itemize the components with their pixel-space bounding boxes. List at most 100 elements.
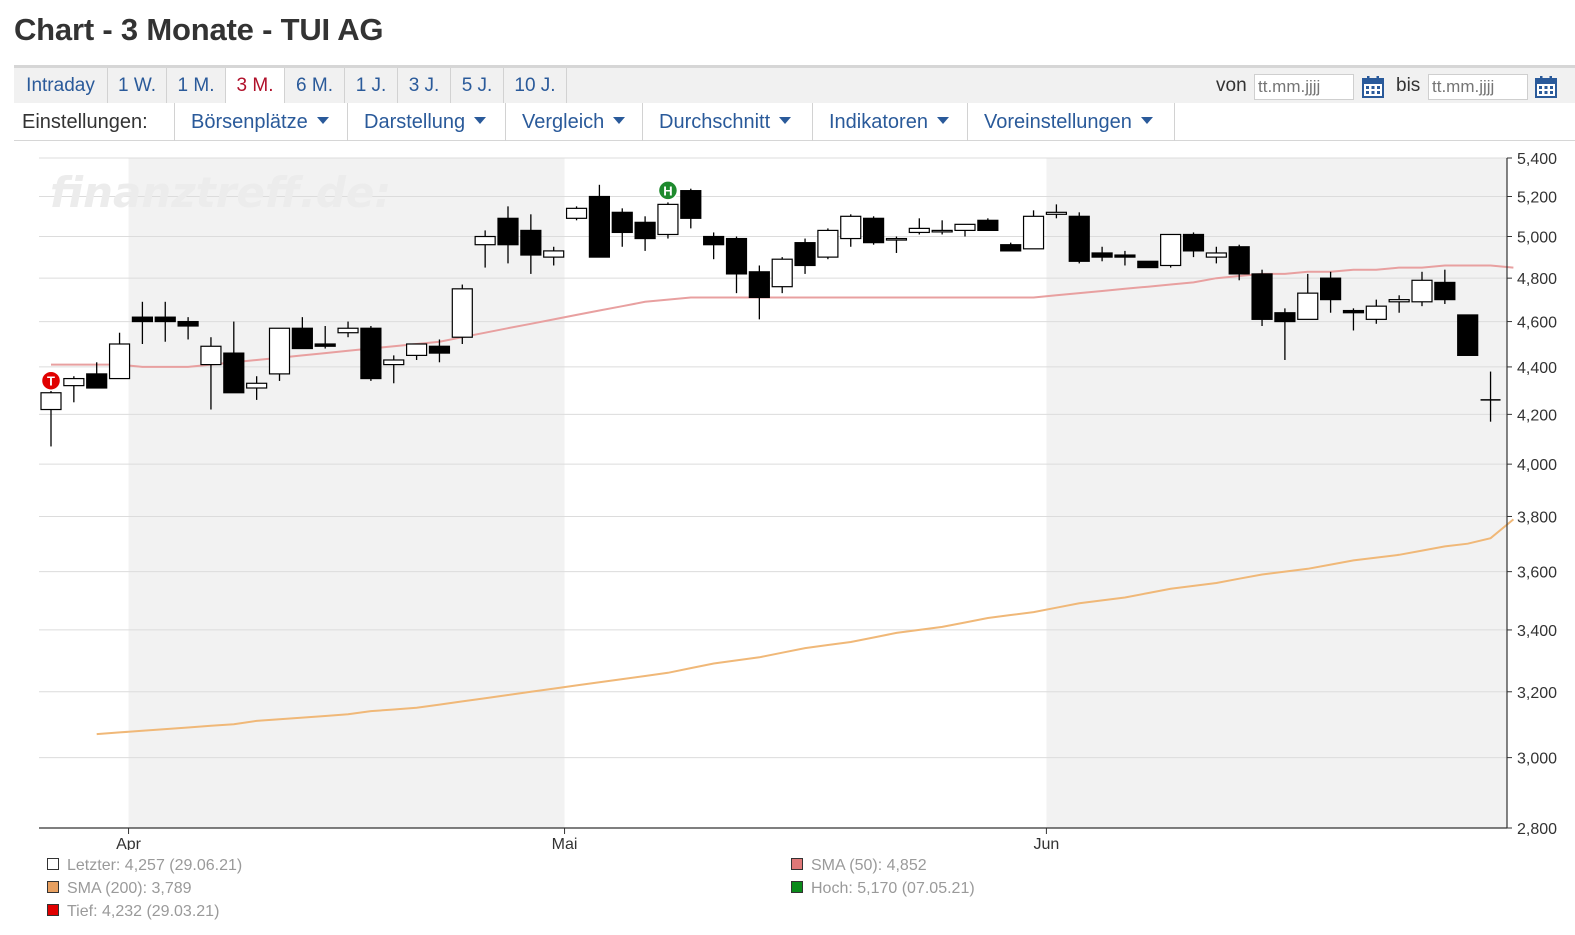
candle-body xyxy=(565,207,588,219)
calendar-icon[interactable] xyxy=(1362,76,1384,98)
candle-body xyxy=(1457,314,1479,356)
candle-body xyxy=(406,343,428,356)
menu-boersenplaetze[interactable]: Börsenplätze xyxy=(174,103,347,141)
candle-body xyxy=(1388,299,1410,303)
candle-body xyxy=(908,227,930,234)
menu-label: Voreinstellungen xyxy=(984,111,1132,133)
legend-swatch xyxy=(47,880,59,893)
candle-body xyxy=(1205,252,1227,258)
candle-body xyxy=(86,373,108,389)
candle-body xyxy=(1365,305,1387,320)
candle xyxy=(86,362,108,389)
legend-swatch xyxy=(791,857,803,870)
date-from-label: von xyxy=(1216,75,1247,96)
date-from-input[interactable] xyxy=(1254,74,1354,100)
y-tick-label: 4,000 xyxy=(1517,457,1557,474)
range-tab-intraday[interactable]: Intraday xyxy=(14,68,108,103)
range-tab-6m[interactable]: 6 M. xyxy=(285,68,345,103)
candle-body xyxy=(725,237,748,275)
menu-label: Börsenplätze xyxy=(191,111,308,133)
candle-body xyxy=(314,343,336,347)
candle xyxy=(1068,212,1090,264)
candle xyxy=(862,216,885,245)
candle-body xyxy=(543,250,565,258)
candle-body xyxy=(474,235,496,246)
candle xyxy=(451,284,473,344)
candle xyxy=(63,376,85,403)
candle-body xyxy=(885,237,908,241)
legend-text: Tief: 4,232 (29.03.21) xyxy=(67,903,220,920)
candle xyxy=(680,188,702,229)
candle-body xyxy=(1342,309,1365,314)
y-tick-label: 2,800 xyxy=(1517,821,1557,838)
menu-vergleich[interactable]: Vergleich xyxy=(505,103,642,141)
candle xyxy=(1022,210,1045,250)
range-tab-3j[interactable]: 3 J. xyxy=(398,68,451,103)
candle xyxy=(1137,260,1159,269)
settings-bar: Einstellungen: Börsenplätze Darstellung … xyxy=(14,103,1575,141)
month-band-june xyxy=(1046,158,1507,828)
candle xyxy=(108,332,131,380)
caret-down-icon xyxy=(474,117,487,125)
y-tick-label: 4,200 xyxy=(1517,407,1557,424)
candle-body xyxy=(131,316,153,323)
candle xyxy=(611,208,633,247)
candle-body xyxy=(1182,233,1205,252)
candle-body xyxy=(154,316,176,323)
candle-body xyxy=(383,359,405,366)
candle-body xyxy=(1228,246,1250,275)
candle-body xyxy=(954,223,976,232)
range-tab-1j[interactable]: 1 J. xyxy=(345,68,398,103)
candle-body xyxy=(748,271,770,299)
candle-body xyxy=(1319,277,1342,301)
low-marker-label: T xyxy=(47,374,55,389)
candle xyxy=(703,232,725,260)
caret-down-icon xyxy=(613,117,626,125)
range-tab-1m[interactable]: 1 M. xyxy=(167,68,226,103)
candle-body xyxy=(520,229,542,256)
legend-text: Letzter: 4,257 (29.06.21) xyxy=(67,857,243,874)
y-tick-label: 5,000 xyxy=(1517,230,1557,247)
candle-body xyxy=(611,211,633,234)
candle-body xyxy=(337,327,359,334)
y-tick-label: 4,400 xyxy=(1517,360,1557,377)
calendar-icon[interactable] xyxy=(1535,76,1557,98)
candle-body xyxy=(680,190,702,219)
date-to-input[interactable] xyxy=(1428,74,1528,100)
range-tab-3m[interactable]: 3 M. xyxy=(226,68,285,103)
legend-sma50: SMA (50): 4,852 xyxy=(791,857,927,875)
range-tab-10j[interactable]: 10 J. xyxy=(504,68,567,103)
candle-body xyxy=(360,327,382,380)
range-tab-5j[interactable]: 5 J. xyxy=(451,68,504,103)
menu-darstellung[interactable]: Darstellung xyxy=(347,103,505,141)
candle-body xyxy=(268,327,291,375)
menu-durchschnitt[interactable]: Durchschnitt xyxy=(642,103,812,141)
y-tick-label: 5,400 xyxy=(1517,151,1557,168)
candle xyxy=(565,206,588,221)
range-tab-1w[interactable]: 1 W. xyxy=(108,68,167,103)
candle xyxy=(725,236,748,294)
candle-body xyxy=(657,203,679,236)
x-tick-label: Jun xyxy=(1034,836,1060,850)
candlestick-chart: finanztreff.de: T H 5,400 5,200 5,000 4,800 4… xyxy=(39,151,1557,850)
candle xyxy=(1457,314,1479,356)
time-range-bar: Intraday 1 W. 1 M. 3 M. 6 M. 1 J. 3 J. 5… xyxy=(14,65,1575,103)
caret-down-icon xyxy=(1140,117,1153,125)
y-tick-label: 3,400 xyxy=(1517,623,1557,640)
candle-body xyxy=(1022,215,1045,250)
legend-swatch xyxy=(47,903,59,916)
candle xyxy=(360,326,382,381)
candle-body xyxy=(588,195,611,258)
candle-body xyxy=(1114,254,1136,258)
menu-indikatoren[interactable]: Indikatoren xyxy=(812,103,967,141)
menu-voreinstellungen[interactable]: Voreinstellungen xyxy=(967,103,1175,141)
y-tick-label: 3,800 xyxy=(1517,509,1557,526)
candle xyxy=(748,265,770,320)
caret-down-icon xyxy=(936,117,949,125)
candle-body xyxy=(177,320,199,327)
y-tick-label: 4,800 xyxy=(1517,271,1557,288)
candle-body xyxy=(794,242,816,267)
y-tick-label: 3,200 xyxy=(1517,685,1557,702)
candle-body xyxy=(1137,260,1159,269)
menu-label: Indikatoren xyxy=(829,111,928,133)
